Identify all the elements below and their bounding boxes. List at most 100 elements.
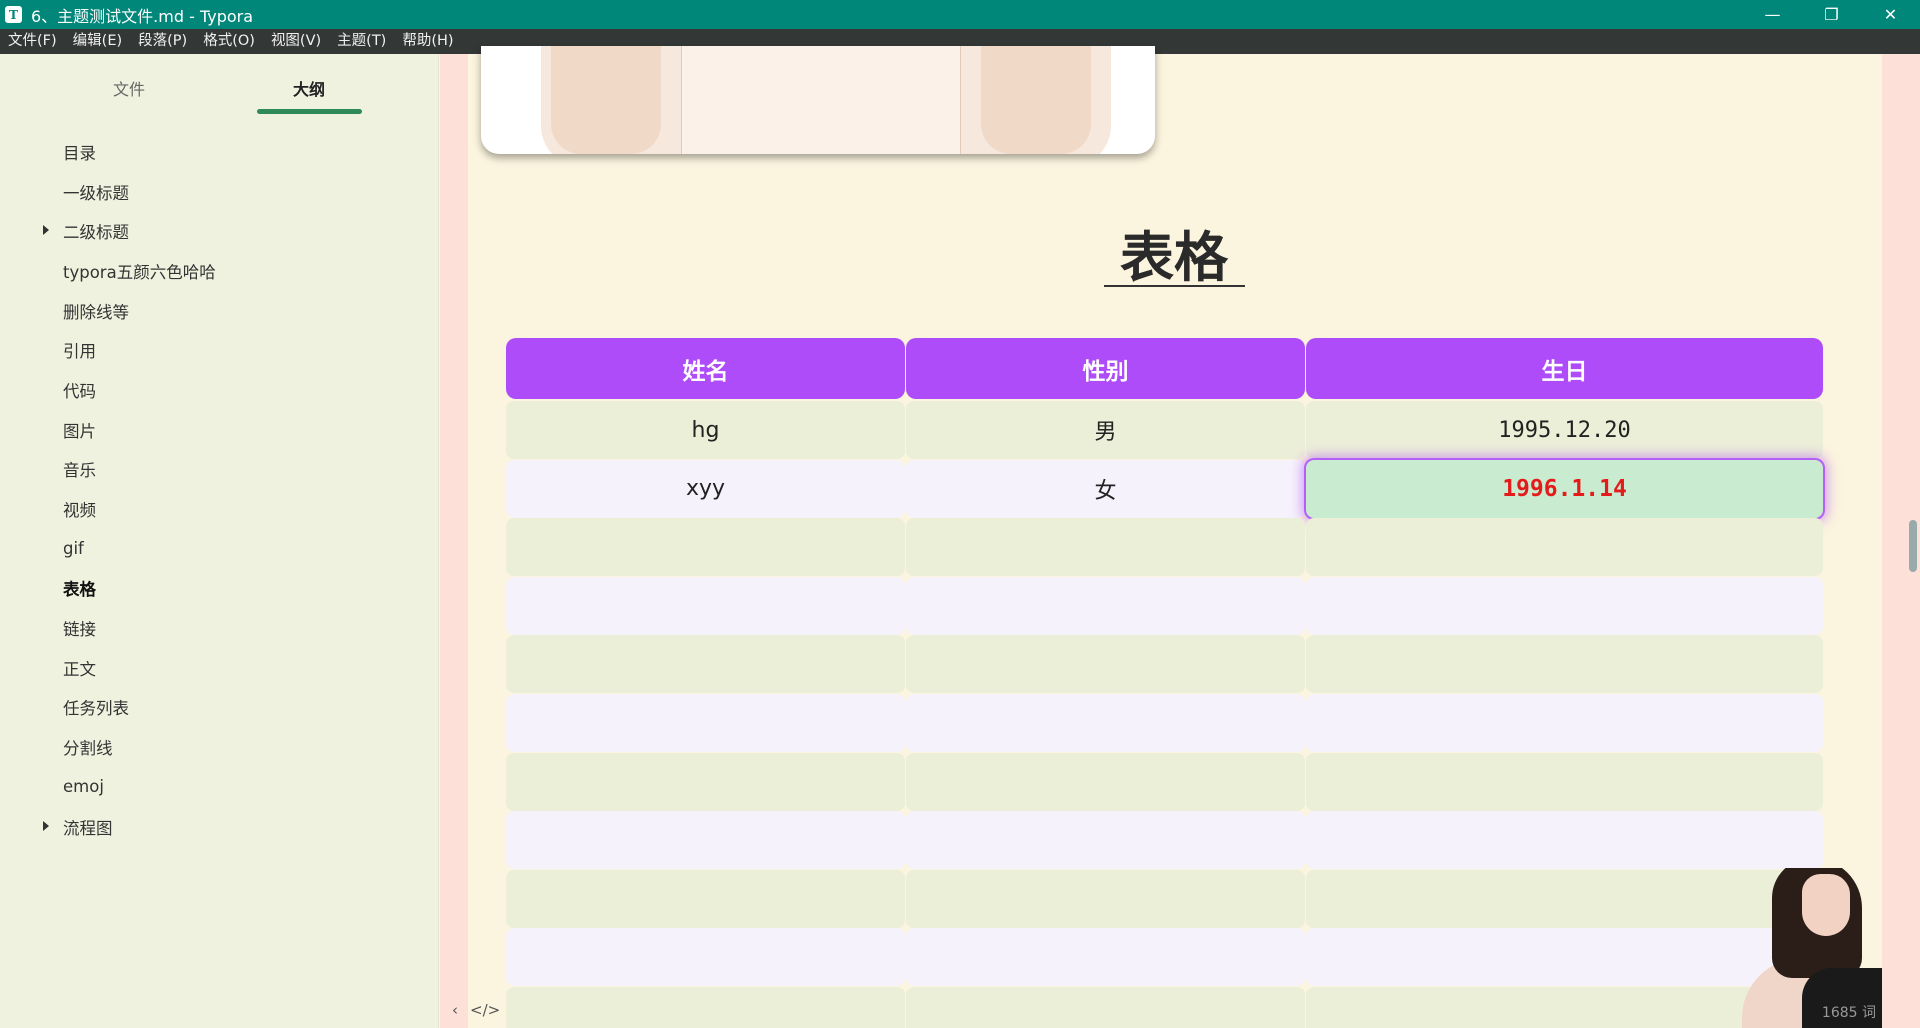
cell-text: xyy bbox=[685, 476, 726, 502]
maximize-button[interactable]: ❐ bbox=[1802, 0, 1861, 29]
table-cell[interactable] bbox=[506, 928, 905, 987]
table-cell[interactable] bbox=[506, 576, 905, 635]
outline-item[interactable]: 正文 bbox=[0, 648, 439, 688]
outline-item-active[interactable]: 表格 bbox=[0, 569, 439, 609]
table-cell[interactable]: hg bbox=[506, 401, 905, 459]
source-code-mode-icon[interactable]: </> bbox=[470, 1001, 500, 1019]
menu-help[interactable]: 帮助(H) bbox=[394, 29, 461, 54]
table-cell[interactable] bbox=[906, 518, 1305, 577]
outline-item-label: 链接 bbox=[63, 620, 96, 640]
table-cell[interactable] bbox=[1306, 576, 1823, 635]
outline-item[interactable]: gif bbox=[0, 529, 439, 569]
section-heading: 表格 bbox=[1120, 225, 1228, 289]
table-cell[interactable] bbox=[906, 928, 1305, 987]
table-cell[interactable] bbox=[506, 635, 905, 694]
outline-item-label: 一级标题 bbox=[63, 183, 129, 203]
tab-files[interactable]: 文件 bbox=[77, 76, 181, 100]
outline-item[interactable]: 任务列表 bbox=[0, 688, 439, 728]
outline-item-label: gif bbox=[63, 539, 84, 559]
table-cell[interactable] bbox=[1306, 635, 1823, 694]
cell-text: 1996.1.14 bbox=[1502, 475, 1627, 502]
collapse-sidebar-icon[interactable]: ‹ bbox=[452, 1001, 458, 1019]
table-row bbox=[506, 869, 1823, 929]
table-cell[interactable] bbox=[906, 635, 1305, 694]
outline-item[interactable]: typora五颜六色哈哈 bbox=[0, 251, 439, 291]
portrait-detail bbox=[1802, 874, 1850, 936]
outline-item-label: 目录 bbox=[63, 143, 96, 163]
table-row: hg 男 1995.12.20 bbox=[506, 401, 1823, 460]
table-cell[interactable] bbox=[906, 752, 1305, 811]
menu-file[interactable]: 文件(F) bbox=[0, 29, 65, 54]
outline-item[interactable]: 删除线等 bbox=[0, 291, 439, 331]
table-cell[interactable] bbox=[1306, 752, 1823, 811]
menu-paragraph[interactable]: 段落(P) bbox=[130, 29, 195, 54]
outline-item[interactable]: 一级标题 bbox=[0, 172, 439, 212]
table-row bbox=[506, 752, 1823, 812]
table-cell[interactable]: 女 bbox=[906, 459, 1305, 518]
close-button[interactable]: ✕ bbox=[1861, 0, 1920, 29]
outline-item[interactable]: 音乐 bbox=[0, 450, 439, 490]
table-cell[interactable] bbox=[906, 693, 1305, 752]
outline-list: 目录 一级标题 二级标题 typora五颜六色哈哈 删除线等 引用 代码 图片 … bbox=[0, 132, 439, 846]
menu-view[interactable]: 视图(V) bbox=[263, 29, 329, 54]
cell-text: hg bbox=[691, 417, 720, 443]
outline-item-label: 音乐 bbox=[63, 461, 96, 481]
tab-outline[interactable]: 大纲 bbox=[257, 76, 361, 100]
table-cell[interactable] bbox=[1306, 693, 1823, 752]
table-cell[interactable] bbox=[906, 811, 1305, 870]
outline-item[interactable]: 链接 bbox=[0, 608, 439, 648]
table-row bbox=[506, 928, 1823, 987]
outline-item[interactable]: 图片 bbox=[0, 410, 439, 450]
editor-scrollbar-thumb[interactable] bbox=[1909, 520, 1917, 572]
table-cell[interactable] bbox=[506, 518, 905, 577]
table-cell-selected[interactable]: 1996.1.14 bbox=[1306, 459, 1823, 518]
outline-item[interactable]: 分割线 bbox=[0, 727, 439, 767]
table-cell[interactable] bbox=[506, 869, 905, 928]
table-cell[interactable] bbox=[506, 752, 905, 811]
outline-item[interactable]: 引用 bbox=[0, 330, 439, 370]
menu-format[interactable]: 格式(O) bbox=[195, 29, 263, 54]
table-cell[interactable]: 1995.12.20 bbox=[1306, 401, 1823, 459]
outline-item-label: 表格 bbox=[63, 580, 96, 600]
outline-item[interactable]: 代码 bbox=[0, 370, 439, 410]
table-row bbox=[506, 635, 1823, 694]
table-row bbox=[506, 518, 1823, 577]
table-header-cell[interactable]: 姓名 bbox=[506, 338, 905, 399]
minimize-button[interactable]: — bbox=[1743, 0, 1802, 29]
table-header-cell[interactable]: 性别 bbox=[906, 338, 1305, 399]
menu-edit[interactable]: 编辑(E) bbox=[65, 29, 130, 54]
table-cell[interactable] bbox=[506, 811, 905, 870]
outline-item-label: 代码 bbox=[63, 381, 96, 401]
outline-item-label: 分割线 bbox=[63, 739, 113, 759]
table-row: xyy 女 1996.1.14 bbox=[506, 459, 1823, 519]
word-count[interactable]: 1685 词 bbox=[1822, 1002, 1876, 1022]
typora-app-icon: T bbox=[5, 6, 22, 23]
outline-item-label: 视频 bbox=[63, 501, 96, 521]
table-header-cell[interactable]: 生日 bbox=[1306, 338, 1823, 399]
outline-item[interactable]: 二级标题 bbox=[0, 211, 439, 251]
table-cell[interactable] bbox=[506, 986, 905, 1028]
outline-item[interactable]: emoj bbox=[0, 767, 439, 807]
table-row bbox=[506, 576, 1823, 636]
outline-item[interactable]: 视频 bbox=[0, 489, 439, 529]
table-row bbox=[506, 811, 1823, 870]
table-cell[interactable] bbox=[906, 869, 1305, 928]
table-cell[interactable] bbox=[1306, 518, 1823, 577]
outline-item[interactable]: 目录 bbox=[0, 132, 439, 172]
document-image[interactable] bbox=[481, 46, 1155, 154]
expand-caret-icon[interactable] bbox=[43, 225, 49, 236]
outline-item-label: emoj bbox=[63, 777, 104, 797]
window-title: 6、主题测试文件.md - Typora bbox=[31, 6, 254, 26]
table-cell[interactable] bbox=[906, 986, 1305, 1028]
document-table: 姓名 性别 生日 hg 男 1995.12.20 xyy 女 1996.1.14 bbox=[506, 338, 1823, 1028]
menu-theme[interactable]: 主题(T) bbox=[329, 29, 394, 54]
table-cell[interactable] bbox=[1306, 811, 1823, 870]
table-cell[interactable]: xyy bbox=[506, 459, 905, 518]
outline-item-label: 正文 bbox=[63, 659, 96, 679]
table-cell[interactable] bbox=[506, 693, 905, 752]
expand-caret-icon[interactable] bbox=[43, 820, 49, 831]
table-cell[interactable] bbox=[906, 576, 1305, 635]
outline-item[interactable]: 流程图 bbox=[0, 807, 439, 847]
table-cell[interactable]: 男 bbox=[906, 401, 1305, 459]
sidebar-footer: ‹ </> bbox=[440, 992, 500, 1028]
